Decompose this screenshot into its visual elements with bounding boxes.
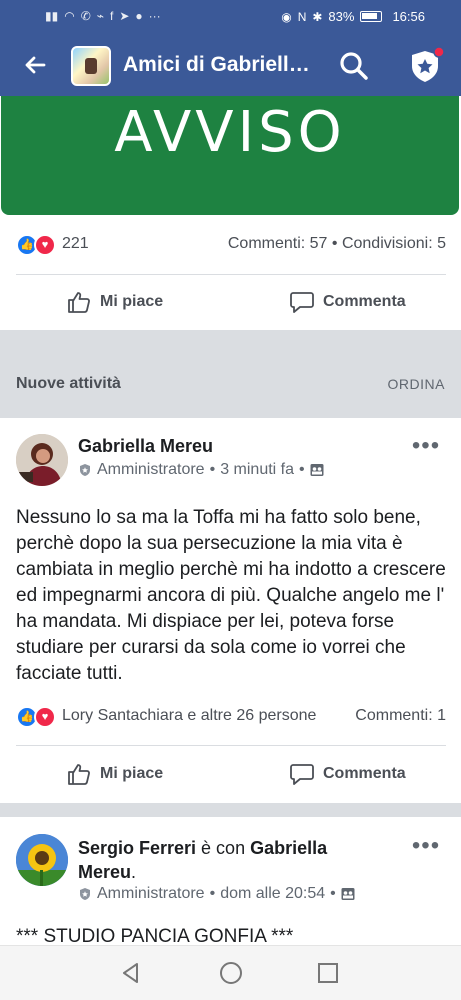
meta-separator: •: [299, 461, 305, 478]
section-title: Nuove attività: [16, 375, 121, 392]
facebook-notification-icon: f: [110, 9, 114, 23]
missed-call-icon: ✆: [80, 9, 91, 23]
post-author-line: Sergio Ferreri è con Gabriella Mereu.: [78, 836, 438, 884]
avatar[interactable]: [16, 834, 68, 886]
signal-icon: ▮▮: [45, 9, 59, 23]
more-notifications-icon: ···: [148, 9, 161, 23]
usb-icon: ⌁: [96, 9, 104, 23]
comment-bubble-icon: [290, 292, 314, 313]
banner-text: AVVISO: [114, 100, 346, 165]
post-action-bar: Mi piace Commenta: [0, 749, 461, 799]
like-label: Mi piace: [100, 293, 164, 310]
post-meta: Amministratore • 3 minuti fa •: [78, 461, 324, 479]
admin-badge-icon: [80, 464, 90, 476]
reaction-icons[interactable]: 👍 ♥: [16, 706, 58, 728]
thumbs-up-icon: [68, 292, 90, 313]
battery-percent: 83%: [328, 9, 355, 24]
author-role: Amministratore: [97, 461, 205, 478]
post-text: Nessuno lo sa ma la Toffa mi ha fatto so…: [16, 507, 446, 684]
thumbs-up-icon: [68, 764, 90, 785]
reaction-icons[interactable]: 👍 ♥: [16, 234, 58, 256]
back-button[interactable]: [18, 48, 52, 82]
wifi-icon: ◠: [64, 9, 75, 23]
sort-button[interactable]: ORDINA: [388, 376, 445, 392]
avatar[interactable]: [16, 434, 68, 486]
reactors-text[interactable]: Lory Santachiara e altre 26 persone: [62, 707, 316, 725]
post-reactions-summary: 👍 ♥ Lory Santachiara e altre 26 persone …: [16, 702, 446, 732]
comment-bubble-icon: [290, 764, 314, 785]
avatar-photo: [16, 834, 68, 886]
post-action-bar: Mi piace Commenta: [0, 277, 461, 327]
arrow-left-icon: [25, 56, 46, 74]
status-notification-icons: ▮▮ ◠ ✆ ⌁ f ➤ ● ···: [45, 9, 161, 23]
divider: [16, 274, 446, 275]
home-nav-button[interactable]: [218, 960, 244, 986]
messenger-icon: ●: [135, 9, 143, 23]
shield-star-icon: [412, 46, 445, 82]
like-label: Mi piace: [100, 765, 164, 782]
comment-button[interactable]: Commenta: [289, 277, 406, 327]
square-recents-icon: [318, 963, 338, 983]
admin-tools-button[interactable]: [405, 46, 445, 86]
author-line-period: .: [131, 862, 137, 882]
more-options-icon[interactable]: •••: [411, 834, 441, 860]
nfc-icon: N: [297, 9, 307, 24]
section-separator: [0, 330, 461, 357]
like-button[interactable]: Mi piace: [66, 277, 163, 327]
group-members-icon: [310, 464, 324, 476]
meta-separator: •: [330, 885, 336, 902]
reaction-count[interactable]: 221: [62, 235, 89, 253]
recents-nav-button[interactable]: [315, 960, 341, 986]
love-reaction-icon: ♥: [34, 234, 56, 256]
post-time[interactable]: 3 minuti fa: [220, 461, 294, 479]
app-bar: Amici di Gabriella...: [0, 34, 461, 96]
group-members-icon: [341, 888, 355, 900]
tagged-person-surname[interactable]: Mereu: [78, 862, 131, 882]
battery-icon: [360, 11, 383, 22]
post-author[interactable]: Sergio Ferreri: [78, 838, 196, 858]
comment-label: Commenta: [323, 765, 406, 782]
telegram-icon: ➤: [119, 9, 130, 23]
post-reactions-summary: 👍 ♥ 221 Commenti: 57 • Condivisioni: 5: [16, 230, 446, 260]
search-button[interactable]: [336, 48, 372, 84]
comments-count[interactable]: Commenti: 1: [355, 707, 446, 725]
like-button[interactable]: Mi piace: [66, 749, 163, 799]
post-image-banner[interactable]: AVVISO: [1, 96, 459, 215]
system-navigation-bar: [0, 945, 461, 1000]
section-separator: [0, 413, 461, 418]
post-time[interactable]: dom alle 20:54: [220, 885, 325, 903]
author-role: Amministratore: [97, 885, 205, 902]
avatar-photo: [16, 434, 68, 486]
group-title[interactable]: Amici di Gabriella...: [123, 53, 315, 77]
status-bar: ▮▮ ◠ ✆ ⌁ f ➤ ● ··· ◉ N ✱ 83% 16:56: [0, 0, 461, 34]
bluetooth-icon: ✱: [312, 9, 323, 24]
search-icon: [340, 52, 368, 80]
comments-shares-count[interactable]: Commenti: 57 • Condivisioni: 5: [228, 235, 446, 253]
meta-separator: •: [209, 461, 216, 478]
post-separator: [0, 803, 461, 817]
status-system-icons: ◉ N ✱ 83% 16:56: [281, 9, 425, 24]
meta-separator: •: [209, 885, 216, 902]
triangle-back-icon: [123, 963, 138, 983]
back-nav-button[interactable]: [118, 960, 144, 986]
group-cover-thumbnail[interactable]: [71, 46, 111, 86]
clock: 16:56: [392, 9, 425, 24]
post-meta: Amministratore • dom alle 20:54 •: [78, 885, 355, 903]
with-text: è con: [196, 838, 251, 858]
comment-label: Commenta: [323, 293, 406, 310]
circle-home-icon: [220, 962, 242, 984]
divider: [16, 745, 446, 746]
love-reaction-icon: ♥: [34, 706, 56, 728]
post-author[interactable]: Gabriella Mereu: [78, 436, 213, 457]
admin-badge-icon: [80, 888, 90, 900]
more-options-icon[interactable]: •••: [411, 434, 441, 460]
tagged-person[interactable]: Gabriella: [250, 838, 327, 858]
feed-section-header: Nuove attività ORDINA: [0, 357, 461, 413]
comment-button[interactable]: Commenta: [289, 749, 406, 799]
eye-comfort-icon: ◉: [281, 9, 292, 24]
